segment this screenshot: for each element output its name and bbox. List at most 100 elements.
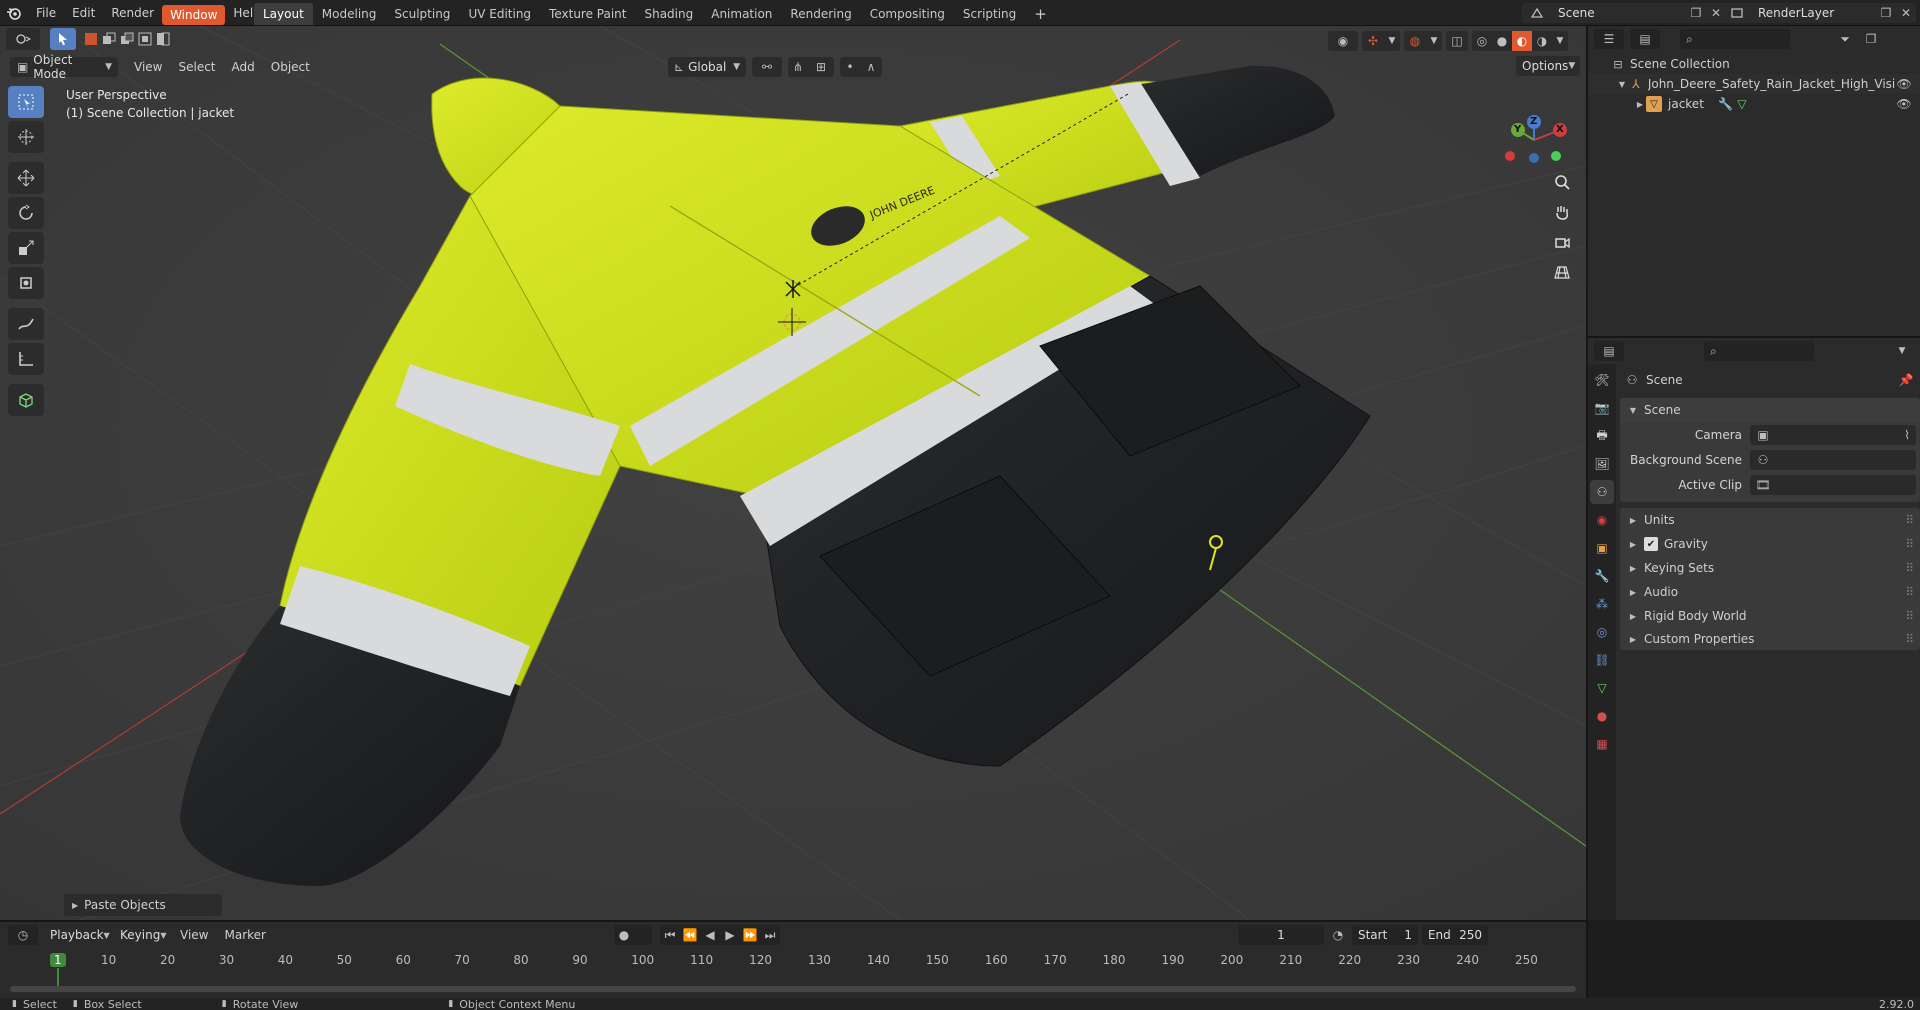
outliner-row-jacket[interactable]: ▶ ▽ jacket 🔧 ▽ 👁 (1588, 94, 1920, 114)
camera-field[interactable]: ▣ ⌇ (1750, 424, 1916, 445)
visibility-eye-icon[interactable]: 👁 (1896, 97, 1912, 111)
current-frame-marker[interactable]: 1 (50, 953, 66, 967)
render-tab-icon[interactable]: 📷 (1590, 396, 1614, 420)
timeline-editor-type-icon[interactable]: ◷ (8, 925, 38, 945)
gizmo-toggle-icon[interactable]: ✣ (1362, 31, 1384, 51)
editor-type-icon[interactable] (6, 28, 40, 50)
panel-keying-sets[interactable]: ▶ Keying Sets ⠿ (1620, 556, 1920, 580)
scene-icon[interactable] (1522, 3, 1552, 23)
timeline-ruler[interactable]: 1 10 20 30 40 50 60 70 80 90 100 110 120 130 140 150 160… (0, 950, 1586, 988)
display-mode-icon[interactable]: ▤ (1630, 29, 1660, 49)
panel-units[interactable]: ▶ Units ⠿ (1620, 508, 1920, 532)
particles-tab-icon[interactable]: ⁂ (1590, 592, 1614, 616)
outliner-editor-type-icon[interactable]: ☰ (1594, 29, 1624, 49)
scene-selector[interactable]: Scene (1552, 3, 1686, 23)
select-box-tool[interactable] (8, 86, 44, 118)
play-reverse-icon[interactable]: ◀ (699, 925, 720, 945)
tab-layout[interactable]: Layout (254, 3, 313, 25)
rotate-tool[interactable] (8, 197, 44, 229)
select-mode-subtract-icon[interactable] (118, 28, 136, 50)
new-view-layer-icon[interactable]: ❐ (1876, 3, 1896, 23)
eyedropper-icon[interactable]: ⌇ (1904, 428, 1910, 442)
shading-rendered-icon[interactable]: ◑ (1532, 31, 1552, 51)
new-collection-icon[interactable]: ❐ (1860, 29, 1882, 49)
scale-tool[interactable] (8, 232, 44, 264)
record-icon[interactable]: ● (613, 925, 634, 945)
menu-file[interactable]: File (28, 0, 64, 26)
output-tab-icon[interactable]: 🖶 (1590, 424, 1614, 448)
play-icon[interactable]: ▶ (719, 925, 740, 945)
object-tab-icon[interactable]: ▣ (1590, 536, 1614, 560)
tab-modeling[interactable]: Modeling (313, 3, 386, 25)
outliner-search-input[interactable]: ⌕ (1680, 29, 1790, 49)
select-tool-icon[interactable] (50, 28, 76, 50)
annotate-tool[interactable] (8, 308, 44, 340)
navigation-gizmo[interactable]: X Y Z (1500, 100, 1572, 172)
outliner-row-collection[interactable]: ▼ ⅄ John_Deere_Safety_Rain_Jacket_High_V… (1588, 74, 1920, 94)
texture-tab-icon[interactable]: ▦ (1590, 732, 1614, 756)
cursor-tool[interactable] (8, 121, 44, 153)
menu-edit[interactable]: Edit (64, 0, 103, 26)
scene-panel-header[interactable]: ▼ Scene (1620, 398, 1920, 422)
transform-tool[interactable] (8, 267, 44, 299)
record-options-icon[interactable] (633, 925, 652, 945)
menu-object[interactable]: Object (263, 57, 318, 77)
camera-view-icon[interactable] (1548, 228, 1576, 256)
add-workspace-button[interactable]: + (1025, 3, 1056, 25)
pin-icon[interactable]: 📌 (1898, 373, 1914, 387)
snap-target-icon[interactable]: ⊞ (808, 57, 834, 77)
blender-logo-icon[interactable] (0, 0, 28, 26)
preview-range-icon[interactable]: ◔ (1328, 925, 1348, 945)
modifier-tab-icon[interactable]: 🔧 (1590, 564, 1614, 588)
constraints-tab-icon[interactable]: ⛓ (1590, 648, 1614, 672)
start-frame-field[interactable]: Start 1 (1351, 925, 1418, 945)
move-tool[interactable] (8, 162, 44, 194)
transform-orientation-selector[interactable]: ⊾ Global ▼ (668, 57, 746, 77)
pivot-point-icon[interactable]: ⚯ (752, 57, 782, 77)
world-tab-icon[interactable]: ◉ (1590, 508, 1614, 532)
new-scene-icon[interactable]: ❐ (1686, 3, 1706, 23)
scene-tab-icon[interactable]: ⚇ (1590, 480, 1614, 504)
proportional-falloff-icon[interactable]: ∧ (860, 57, 882, 77)
visibility-eye-icon[interactable]: 👁 (1896, 77, 1912, 91)
select-mode-invert-icon[interactable] (136, 28, 154, 50)
proportional-edit-icon[interactable]: • (840, 57, 860, 77)
outliner-row-scene-collection[interactable]: ⊟ Scene Collection (1588, 54, 1920, 74)
properties-search-input[interactable]: ⌕ (1704, 341, 1814, 361)
3d-viewport[interactable]: JOHN DEERE ▣ Object Mode ▼ View Select A… (0, 26, 1586, 920)
menu-window[interactable]: Window (162, 4, 226, 25)
end-frame-field[interactable]: End 250 (1421, 925, 1488, 945)
drag-handle-icon[interactable]: ⠿ (1905, 513, 1914, 527)
tool-tab-icon[interactable]: 🛠 (1590, 368, 1614, 392)
select-mode-extend-icon[interactable] (100, 28, 118, 50)
perspective-grid-icon[interactable] (1548, 258, 1576, 286)
tab-texture-paint[interactable]: Texture Paint (540, 3, 635, 25)
panel-gravity[interactable]: ▶ ✔ Gravity ⠿ (1620, 532, 1920, 556)
shading-dropdown-icon[interactable]: ▼ (1552, 31, 1568, 51)
gizmo-dropdown-icon[interactable]: ▼ (1384, 31, 1400, 51)
playhead-line[interactable] (57, 968, 59, 988)
expand-arrow-icon[interactable]: ▶ (1634, 100, 1646, 109)
shading-material-icon[interactable]: ◐ (1512, 31, 1532, 51)
shading-solid-icon[interactable]: ● (1492, 31, 1512, 51)
shading-wireframe-icon[interactable]: ◎ (1472, 31, 1492, 51)
tab-uv-editing[interactable]: UV Editing (459, 3, 540, 25)
current-frame-field[interactable]: 1 (1237, 925, 1324, 945)
tab-rendering[interactable]: Rendering (781, 3, 860, 25)
overlay-dropdown-icon[interactable]: ▼ (1426, 31, 1442, 51)
gravity-checkbox[interactable]: ✔ (1644, 537, 1658, 551)
timeline-scrollbar[interactable] (10, 986, 1576, 992)
physics-tab-icon[interactable]: ◎ (1590, 620, 1614, 644)
menu-add[interactable]: Add (224, 57, 263, 77)
select-mode-intersect-icon[interactable] (154, 28, 172, 50)
tab-scripting[interactable]: Scripting (954, 3, 1025, 25)
expand-arrow-icon[interactable]: ▼ (1616, 80, 1628, 89)
drag-handle-icon[interactable]: ⠿ (1905, 609, 1914, 623)
tab-compositing[interactable]: Compositing (861, 3, 954, 25)
panel-rigid-body-world[interactable]: ▶ Rigid Body World ⠿ (1620, 604, 1920, 628)
jump-start-icon[interactable]: ⏮ (659, 925, 680, 945)
visibility-filter-icon[interactable]: ◉ (1328, 31, 1358, 51)
next-keyframe-icon[interactable]: ⏩ (739, 925, 760, 945)
xray-toggle-icon[interactable]: ◫ (1446, 31, 1468, 51)
last-operator-panel[interactable]: ▶ Paste Objects (64, 894, 222, 916)
